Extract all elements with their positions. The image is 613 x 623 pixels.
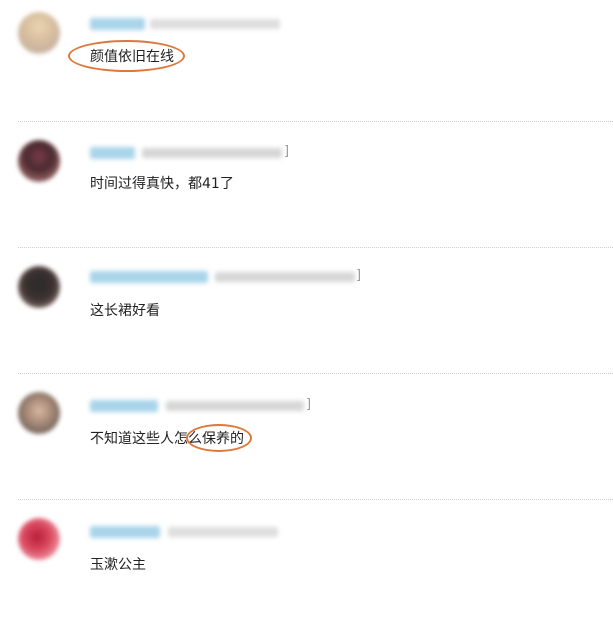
comment-header: ] [90, 144, 300, 159]
annotation-circle [68, 40, 185, 72]
comment-header [90, 526, 290, 538]
comment-meta [142, 148, 282, 158]
comment-header: ] [90, 397, 320, 412]
comment-meta [215, 272, 355, 282]
comment-header [90, 18, 290, 30]
username[interactable] [90, 526, 160, 538]
comment-text: 这长裙好看 [90, 303, 160, 319]
comment-meta [168, 527, 278, 537]
comment-text: 时间过得真快，都41了 [90, 176, 234, 192]
comment-header: ] [90, 268, 370, 283]
comment-item: ] 不知道这些人怎么保养的 [0, 374, 613, 499]
avatar[interactable] [18, 12, 60, 54]
meta-bracket: ] [356, 268, 362, 283]
comment-item: 玉漱公主 [0, 500, 613, 623]
comment-item: 颜值依旧在线 [0, 0, 613, 121]
comment-item: ] 这长裙好看 [0, 248, 613, 373]
comment-text: 玉漱公主 [90, 557, 146, 573]
avatar[interactable] [18, 392, 60, 434]
avatar[interactable] [18, 518, 60, 560]
username[interactable] [90, 400, 158, 412]
comment-meta [166, 401, 304, 411]
annotation-circle [186, 424, 252, 452]
meta-bracket: ] [306, 397, 312, 412]
meta-bracket: ] [284, 144, 290, 159]
avatar[interactable] [18, 266, 60, 308]
username[interactable] [90, 147, 135, 159]
username[interactable] [90, 271, 208, 283]
username[interactable] [90, 18, 145, 30]
avatar[interactable] [18, 140, 60, 182]
comment-meta [150, 19, 280, 29]
comment-item: ] 时间过得真快，都41了 [0, 122, 613, 247]
